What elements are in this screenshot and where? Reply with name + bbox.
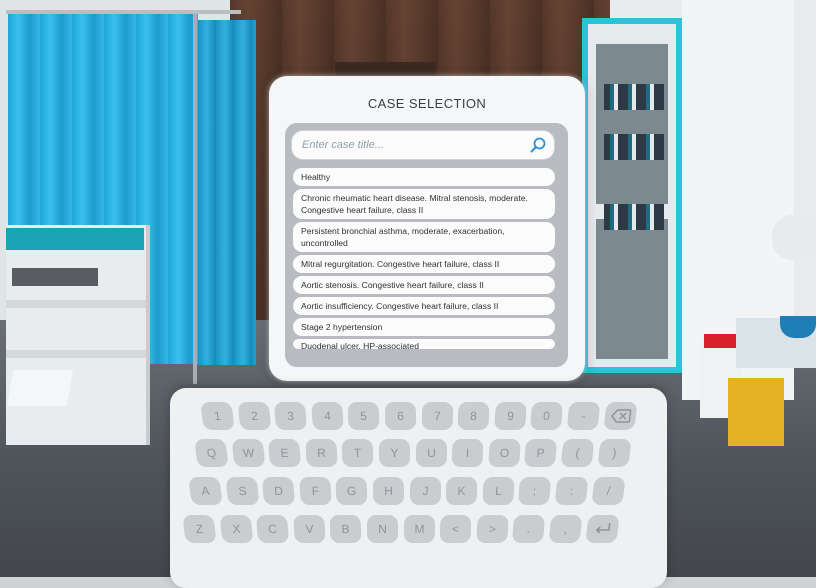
virtual-keyboard: 1 2 3 4 5 6 7 8 9 0- Q W E R T Y U I O P() A S D F G H J K L;: / Z X C V B…: [170, 388, 667, 588]
key-y[interactable]: Y: [378, 439, 411, 467]
key-z[interactable]: Z: [182, 515, 217, 543]
books: [12, 268, 98, 286]
key-i[interactable]: I: [451, 439, 484, 467]
search-box[interactable]: [291, 130, 555, 160]
key-p[interactable]: P: [524, 439, 558, 467]
key-h[interactable]: H: [372, 477, 405, 505]
key-n[interactable]: N: [366, 515, 399, 543]
key-1[interactable]: 1: [200, 402, 235, 430]
key-o[interactable]: O: [488, 439, 521, 467]
key-f[interactable]: F: [299, 477, 332, 505]
case-selection-panel: CASE SELECTION Healthy Chronic rheumatic…: [269, 76, 585, 381]
case-item-aortic-insufficiency[interactable]: Aortic insufficiency. Congestive heart f…: [293, 297, 555, 315]
case-item-hypertension[interactable]: Stage 2 hypertension: [293, 318, 555, 336]
shelf-unit: [6, 225, 150, 445]
medicine-cabinet: [582, 18, 682, 373]
key-x[interactable]: X: [219, 515, 253, 543]
case-list[interactable]: Healthy Chronic rheumatic heart disease.…: [293, 168, 555, 352]
key-8[interactable]: 8: [457, 402, 490, 430]
key-3[interactable]: 3: [274, 402, 308, 430]
key-5[interactable]: 5: [347, 402, 380, 430]
key-m[interactable]: M: [403, 515, 435, 543]
search-icon[interactable]: [529, 136, 547, 154]
key-minus[interactable]: -: [566, 402, 601, 430]
key-l[interactable]: L: [482, 477, 515, 505]
key-semicolon[interactable]: ;: [518, 477, 552, 505]
key-d[interactable]: D: [262, 477, 296, 505]
exam-table-top: [6, 228, 144, 250]
key-k[interactable]: K: [445, 477, 478, 505]
key-u[interactable]: U: [415, 439, 447, 467]
binders: [604, 134, 664, 160]
key-left-paren[interactable]: (: [560, 439, 595, 467]
binders: [604, 204, 664, 230]
key-j[interactable]: J: [409, 477, 441, 505]
key-6[interactable]: 6: [384, 402, 417, 430]
waste-bin-lid: [704, 334, 740, 348]
enter-key[interactable]: [584, 515, 620, 543]
key-4[interactable]: 4: [311, 402, 344, 430]
curtain-pole: [193, 14, 197, 384]
panel-title: CASE SELECTION: [367, 96, 487, 111]
key-s[interactable]: S: [225, 477, 259, 505]
key-period[interactable]: .: [512, 515, 546, 543]
key-7[interactable]: 7: [421, 402, 453, 430]
key-t[interactable]: T: [341, 439, 374, 467]
key-b[interactable]: B: [329, 515, 362, 543]
key-r[interactable]: R: [305, 439, 338, 467]
search-input[interactable]: [302, 131, 522, 159]
paper-stack: [6, 370, 74, 406]
case-item-mitral-stenosis[interactable]: Chronic rheumatic heart disease. Mitral …: [293, 189, 555, 219]
cabinet-glass: [596, 219, 668, 359]
key-v[interactable]: V: [293, 515, 326, 543]
key-a[interactable]: A: [188, 477, 223, 505]
key-greater-than[interactable]: >: [476, 515, 509, 543]
case-item-mitral-regurgitation[interactable]: Mitral regurgitation. Congestive heart f…: [293, 255, 555, 273]
key-2[interactable]: 2: [237, 402, 271, 430]
key-q[interactable]: Q: [194, 439, 229, 467]
enter-icon: [594, 523, 610, 534]
backspace-key[interactable]: [602, 402, 638, 430]
case-item-aortic-stenosis[interactable]: Aortic stenosis. Congestive heart failur…: [293, 276, 555, 294]
shelf: [6, 300, 146, 308]
key-0[interactable]: 0: [530, 402, 564, 430]
case-item-bronchial-asthma[interactable]: Persistent bronchial asthma, moderate, e…: [293, 222, 555, 252]
case-list-frame[interactable]: Healthy Chronic rheumatic heart disease.…: [285, 123, 568, 367]
key-less-than[interactable]: <: [439, 515, 472, 543]
backspace-icon: [610, 409, 631, 423]
case-item-duodenal-ulcer[interactable]: Duodenal ulcer, HP-associated: [293, 339, 555, 349]
sink: [772, 215, 816, 260]
binders: [604, 84, 664, 110]
key-e[interactable]: E: [268, 439, 302, 467]
key-9[interactable]: 9: [494, 402, 527, 430]
key-comma[interactable]: ,: [548, 515, 583, 543]
key-c[interactable]: C: [256, 515, 290, 543]
key-colon[interactable]: :: [554, 477, 589, 505]
key-right-paren[interactable]: ): [596, 439, 632, 467]
privacy-curtain-side: [198, 20, 256, 365]
key-g[interactable]: G: [335, 477, 368, 505]
case-item-healthy[interactable]: Healthy: [293, 168, 555, 186]
sharps-bin: [728, 378, 784, 446]
key-slash[interactable]: /: [590, 477, 626, 505]
key-w[interactable]: W: [231, 439, 265, 467]
shelf: [6, 350, 146, 358]
cabinet-glass: [596, 44, 668, 204]
basin: [780, 316, 816, 338]
